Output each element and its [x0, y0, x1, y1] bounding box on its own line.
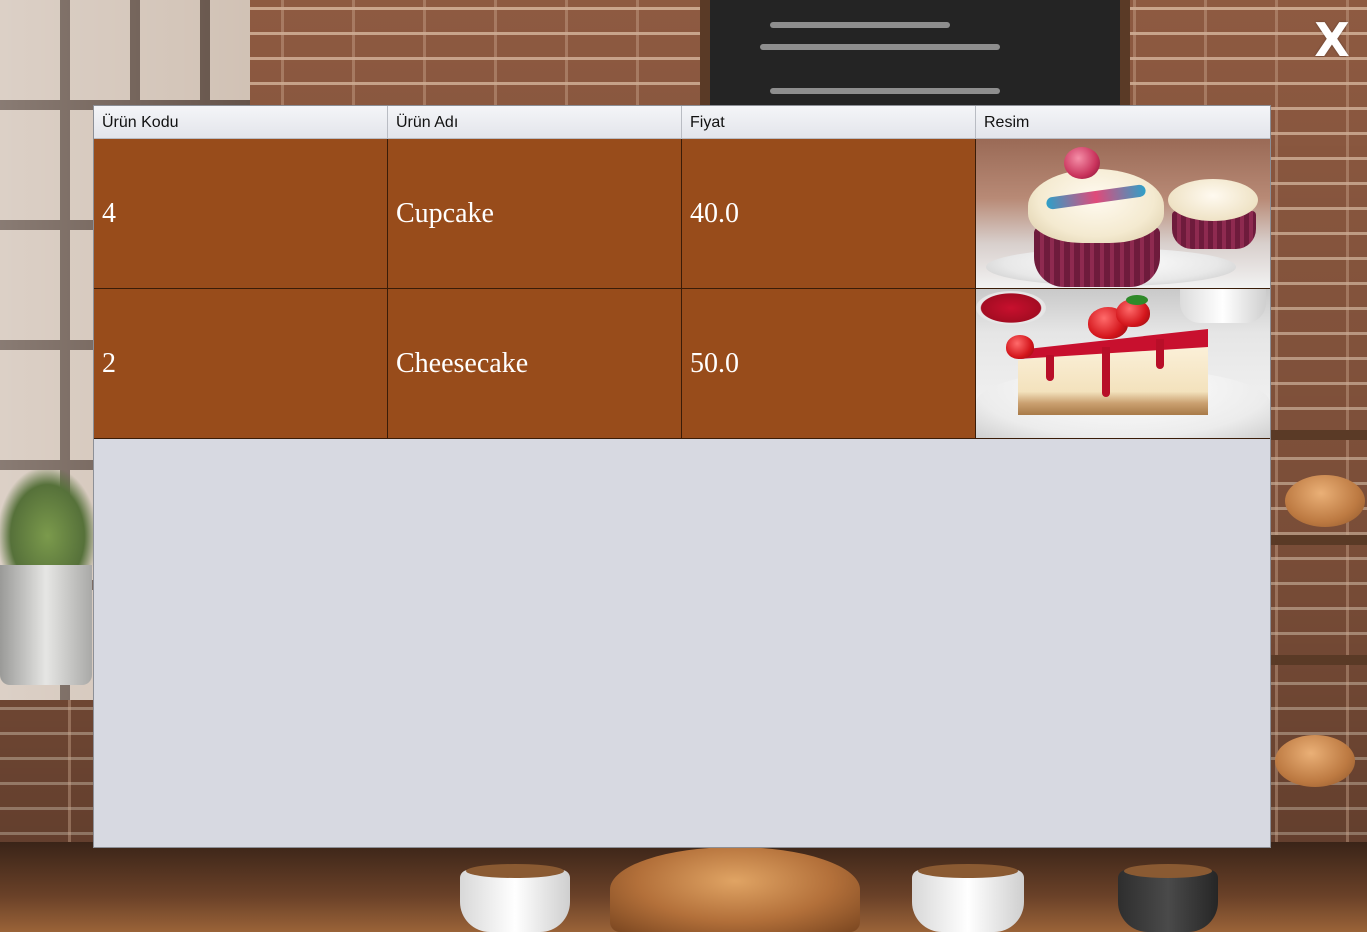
shelf	[1267, 430, 1367, 440]
cupcake-photo-icon	[976, 139, 1270, 288]
potted-plant	[0, 470, 95, 580]
cell-product-name[interactable]: Cheesecake	[388, 289, 682, 438]
cell-price[interactable]: 50.0	[682, 289, 976, 438]
shelf	[1267, 655, 1367, 665]
table-row[interactable]: 4 Cupcake 40.0	[94, 139, 1270, 289]
plant-pot	[0, 565, 92, 685]
cell-price[interactable]: 40.0	[682, 139, 976, 288]
column-header-price[interactable]: Fiyat	[682, 106, 976, 138]
cell-product-code[interactable]: 2	[94, 289, 388, 438]
cell-product-name[interactable]: Cupcake	[388, 139, 682, 288]
croissant-plate	[610, 847, 860, 932]
bread-loaf	[1275, 735, 1355, 787]
product-table: Ürün Kodu Ürün Adı Fiyat Resim 4 Cupcake…	[93, 105, 1271, 848]
table-header: Ürün Kodu Ürün Adı Fiyat Resim	[94, 106, 1270, 139]
table-body: 4 Cupcake 40.0 2 Cheesecake 50.0	[94, 139, 1270, 439]
column-header-image[interactable]: Resim	[976, 106, 1270, 138]
coffee-cup	[912, 864, 1024, 932]
bread-loaf	[1285, 475, 1365, 527]
close-button[interactable]: X	[1310, 12, 1354, 68]
chalkboard-menu	[700, 0, 1130, 108]
coffee-cup	[1118, 864, 1218, 932]
cell-product-code[interactable]: 4	[94, 139, 388, 288]
cheesecake-photo-icon	[976, 289, 1270, 438]
shelf	[1267, 535, 1367, 545]
cell-image[interactable]	[976, 289, 1270, 438]
table-row[interactable]: 2 Cheesecake 50.0	[94, 289, 1270, 439]
cell-image[interactable]	[976, 139, 1270, 288]
column-header-product-name[interactable]: Ürün Adı	[388, 106, 682, 138]
coffee-cup	[460, 864, 570, 932]
column-header-product-code[interactable]: Ürün Kodu	[94, 106, 388, 138]
